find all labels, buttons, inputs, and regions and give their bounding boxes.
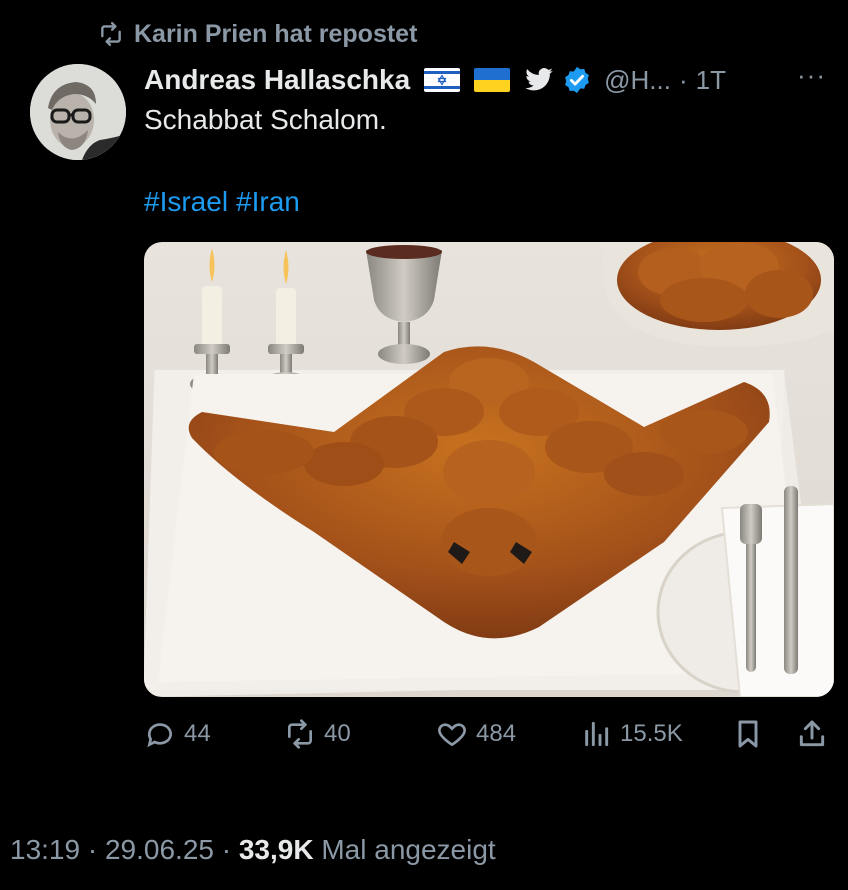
- bookmark-button[interactable]: [732, 718, 764, 750]
- bookmark-icon: [738, 720, 758, 748]
- tweet-footer: 13:19 · 29.06.25 · 33,9K Mal angezeigt: [10, 834, 496, 866]
- tweet-image[interactable]: [144, 242, 834, 697]
- author-name[interactable]: Andreas Hallaschka: [144, 64, 410, 96]
- tweet-text: Schabbat Schalom.: [144, 104, 387, 135]
- share-icon: [799, 720, 825, 747]
- twitter-bird-icon: [525, 68, 553, 91]
- hashtag-israel[interactable]: #Israel: [144, 186, 228, 217]
- reply-count: 44: [184, 720, 211, 747]
- separator-dot: ·: [678, 64, 688, 95]
- views-count: 15.5K: [620, 720, 683, 747]
- hashtag-iran[interactable]: #Iran: [236, 186, 300, 217]
- share-button[interactable]: [796, 718, 828, 750]
- action-bar: 44 40 484 15.5K: [144, 712, 834, 756]
- repost-icon: [101, 21, 121, 47]
- author-handle[interactable]: @H...: [604, 65, 671, 96]
- footer-date[interactable]: 29.06.25: [105, 834, 214, 865]
- heart-icon: [438, 723, 466, 747]
- footer-time[interactable]: 13:19: [10, 834, 80, 865]
- footer-separator-1: ·: [87, 834, 98, 865]
- repost-text: Karin Prien hat repostet: [134, 19, 418, 48]
- analytics-icon: [585, 721, 609, 747]
- avatar[interactable]: [30, 64, 126, 160]
- verified-badge-icon: [565, 66, 590, 94]
- reply-icon: [147, 723, 172, 748]
- repost-count: 40: [324, 720, 351, 747]
- like-button[interactable]: 484: [436, 718, 516, 750]
- ukraine-flag-icon: [474, 68, 511, 92]
- hashtags: #Israel #Iran: [144, 186, 308, 218]
- repost-icon: [288, 719, 312, 749]
- footer-views-count[interactable]: 33,9K: [239, 834, 314, 865]
- avatar-image: [30, 64, 126, 160]
- tweet-time[interactable]: 1T: [696, 65, 726, 96]
- repost-button[interactable]: 40: [284, 718, 351, 750]
- views-button[interactable]: 15.5K: [580, 718, 683, 750]
- tweet-header: Andreas Hallaschka @H... · 1T: [144, 60, 828, 100]
- israel-flag-icon: [424, 68, 461, 92]
- footer-views-label: Mal angezeigt: [321, 834, 496, 865]
- reply-button[interactable]: 44: [144, 718, 211, 750]
- more-options-icon[interactable]: ···: [797, 60, 826, 91]
- shabbat-table-illustration: [144, 242, 834, 697]
- repost-indicator[interactable]: Karin Prien hat repostet: [98, 18, 417, 50]
- footer-separator-2: ·: [221, 834, 232, 865]
- like-count: 484: [476, 720, 517, 747]
